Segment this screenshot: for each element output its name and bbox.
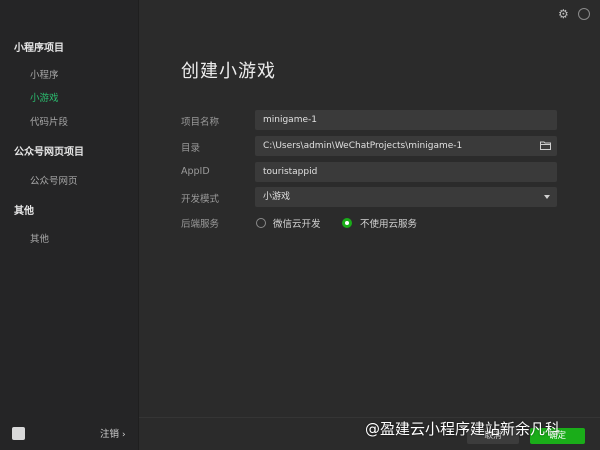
logout-button[interactable]: 注销 › — [100, 426, 126, 440]
directory-field[interactable]: C:\Users\admin\WeChatProjects\minigame-1 — [255, 136, 557, 156]
sidebar-footer: 注销 › — [0, 420, 138, 450]
gear-icon[interactable]: ⚙ — [558, 8, 570, 20]
radio-no-cloud-label[interactable]: 不使用云服务 — [360, 216, 417, 230]
logout-label: 注销 — [100, 429, 120, 440]
window-control-icon[interactable] — [578, 8, 590, 20]
appid-field[interactable] — [255, 162, 557, 182]
sidebar: 小程序项目 小程序 小游戏 代码片段 公众号网页项目 公众号网页 其他 其他 注… — [0, 0, 139, 450]
appid-label: AppID — [181, 166, 210, 177]
sidebar-item-official-account-web[interactable]: 公众号网页 — [30, 173, 78, 187]
sidebar-group-other: 其他 — [14, 206, 34, 217]
sidebar-item-minigame[interactable]: 小游戏 — [30, 90, 59, 104]
dev-mode-value: 小游戏 — [263, 192, 291, 202]
project-name-field[interactable] — [255, 110, 557, 130]
chevron-down-icon — [544, 195, 550, 199]
appid-input[interactable] — [263, 162, 523, 182]
radio-wechat-cloud[interactable] — [256, 218, 266, 228]
project-name-label: 项目名称 — [181, 117, 220, 128]
watermark: @盈建云小程序建站新余凡科 — [365, 418, 560, 439]
sidebar-item-other[interactable]: 其他 — [30, 231, 49, 245]
avatar[interactable] — [12, 427, 25, 440]
backend-label: 后端服务 — [181, 219, 220, 230]
chevron-right-icon: › — [122, 430, 126, 440]
sidebar-item-miniprogram[interactable]: 小程序 — [30, 67, 59, 81]
directory-label: 目录 — [181, 143, 201, 154]
radio-wechat-cloud-label[interactable]: 微信云开发 — [273, 216, 321, 230]
dev-mode-label: 开发模式 — [181, 194, 220, 205]
folder-icon[interactable] — [540, 141, 551, 150]
sidebar-group-miniprogram: 小程序项目 — [14, 43, 64, 54]
radio-no-cloud[interactable] — [342, 218, 352, 228]
sidebar-item-code-snippet[interactable]: 代码片段 — [30, 114, 68, 128]
sidebar-group-official-account: 公众号网页项目 — [14, 147, 84, 158]
directory-value: C:\Users\admin\WeChatProjects\minigame-1 — [263, 141, 463, 151]
watermark-text: @盈建云小程序建站新余凡科 — [365, 420, 561, 438]
project-name-input[interactable] — [263, 110, 523, 130]
page-title: 创建小游戏 — [181, 61, 276, 82]
dev-mode-select[interactable]: 小游戏 — [255, 187, 557, 207]
